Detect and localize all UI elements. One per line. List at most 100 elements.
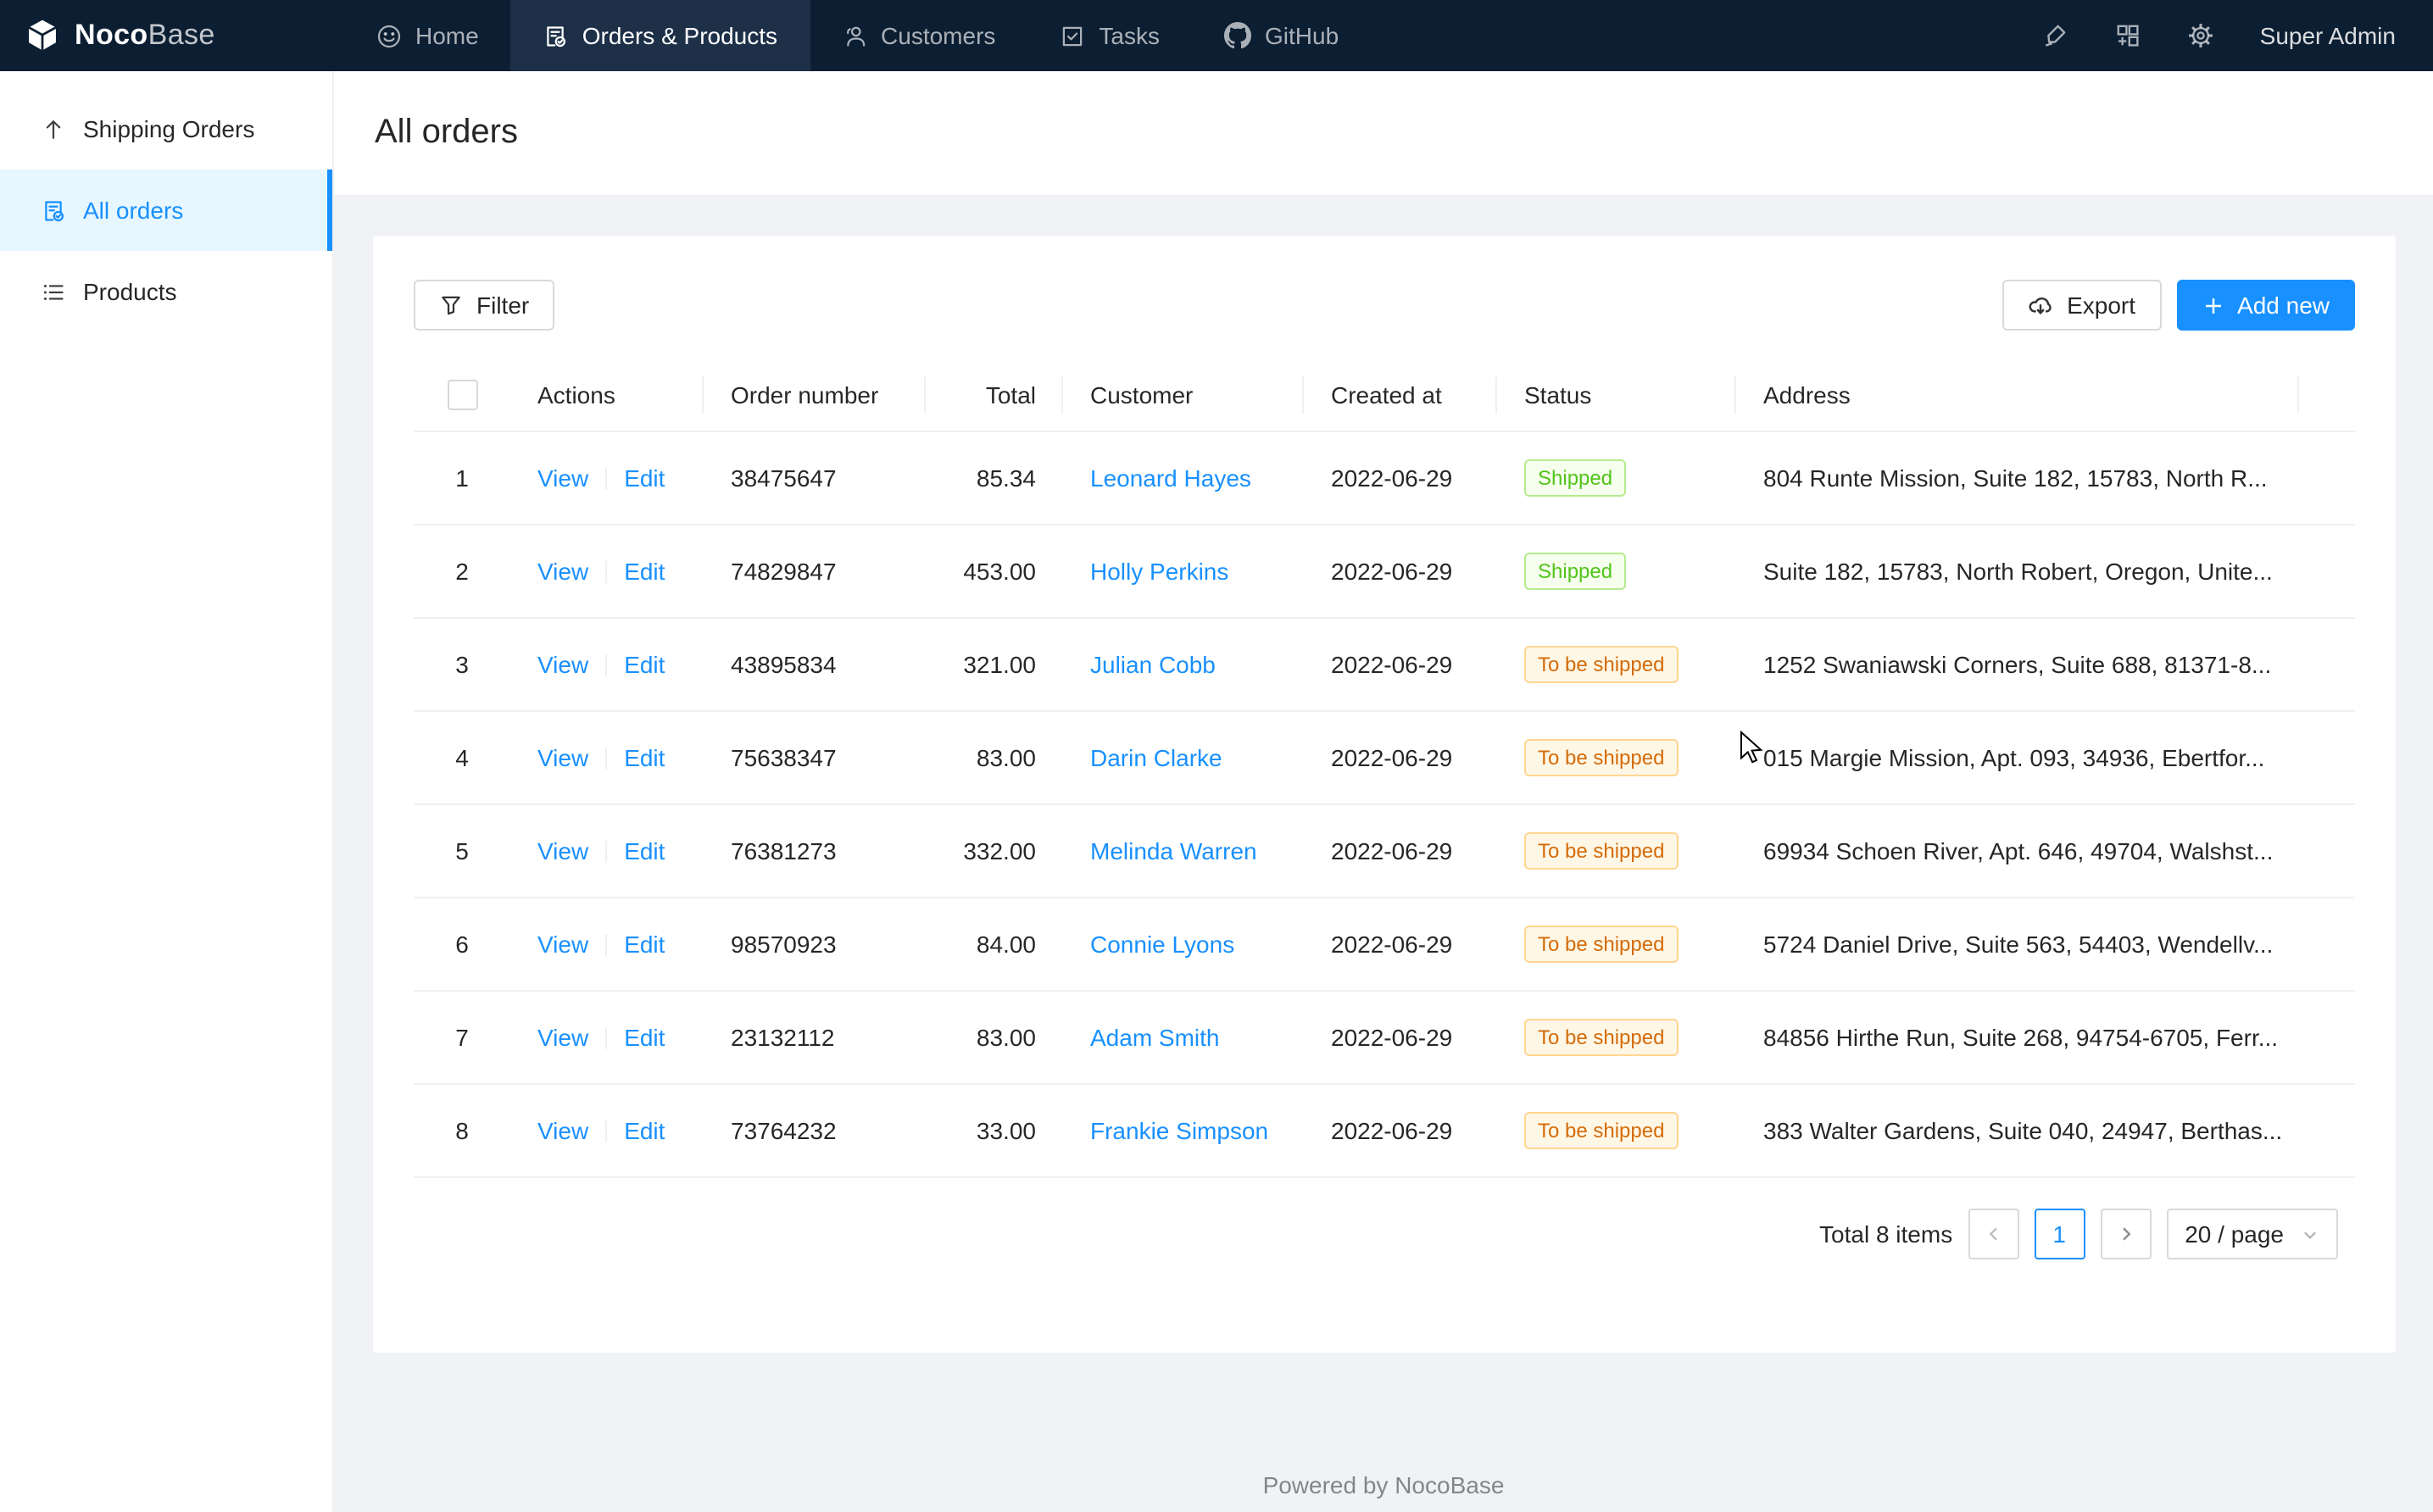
nav-item-customers[interactable]: Customers [810, 0, 1027, 71]
column-header-select [414, 359, 510, 431]
filter-button[interactable]: Filter [414, 280, 554, 331]
created-at-cell: 2022-06-29 [1304, 711, 1497, 804]
address-cell: 84856 Hirthe Run, Suite 268, 94754-6705,… [1736, 991, 2299, 1084]
edit-link[interactable]: Edit [624, 558, 665, 585]
table-toolbar: Filter Export [414, 280, 2355, 331]
nav-item-home[interactable]: Home [344, 0, 511, 71]
customer-link[interactable]: Frankie Simpson [1090, 1117, 1268, 1144]
view-link[interactable]: View [537, 558, 588, 585]
add-new-button[interactable]: Add new [2176, 280, 2355, 331]
action-divider [605, 1120, 607, 1142]
page-size-select[interactable]: 20 / page [2166, 1209, 2338, 1259]
customer-cell: Darin Clarke [1063, 711, 1304, 804]
order-number-cell: 75638347 [704, 711, 926, 804]
total-cell: 332.00 [926, 804, 1063, 898]
pagination-total: Total 8 items [1819, 1220, 1952, 1248]
view-link[interactable]: View [537, 1024, 588, 1051]
customer-link[interactable]: Connie Lyons [1090, 931, 1234, 958]
filler-cell [2299, 431, 2355, 525]
customer-cell: Adam Smith [1063, 991, 1304, 1084]
action-divider [605, 561, 607, 583]
customer-cell: Leonard Hayes [1063, 431, 1304, 525]
total-cell: 85.34 [926, 431, 1063, 525]
customer-link[interactable]: Leonard Hayes [1090, 464, 1251, 492]
customer-link[interactable]: Holly Perkins [1090, 558, 1228, 585]
edit-link[interactable]: Edit [624, 931, 665, 958]
view-link[interactable]: View [537, 744, 588, 771]
edit-link[interactable]: Edit [624, 837, 665, 864]
main-content: Filter Export [334, 195, 2433, 1512]
address-cell: 5724 Daniel Drive, Suite 563, 54403, Wen… [1736, 898, 2299, 991]
total-cell: 83.00 [926, 991, 1063, 1084]
action-divider [605, 748, 607, 770]
created-at-cell: 2022-06-29 [1304, 431, 1497, 525]
prev-page-button[interactable] [1968, 1209, 2018, 1259]
view-link[interactable]: View [537, 1117, 588, 1144]
view-link[interactable]: View [537, 931, 588, 958]
customer-cell: Julian Cobb [1063, 618, 1304, 711]
ui-editor-highlight-button[interactable] [2041, 22, 2068, 49]
sidebar-item-shipping-orders[interactable]: Shipping Orders [0, 88, 332, 170]
orders-table: ActionsOrder numberTotalCustomerCreated … [414, 359, 2355, 1178]
actions-cell: View Edit [510, 618, 704, 711]
filler-cell [2299, 1084, 2355, 1177]
next-page-button[interactable] [2100, 1209, 2151, 1259]
filler-cell [2299, 804, 2355, 898]
sidebar-item-all-orders[interactable]: All orders [0, 170, 332, 251]
select-all-checkbox[interactable] [447, 380, 477, 410]
arrow-up-icon [41, 116, 66, 142]
status-badge: Shipped [1524, 459, 1626, 497]
column-header-address: Address [1736, 359, 2299, 431]
column-header-order-number: Order number [704, 359, 926, 431]
edit-link[interactable]: Edit [624, 744, 665, 771]
edit-link[interactable]: Edit [624, 1024, 665, 1051]
column-header-created-at: Created at [1304, 359, 1497, 431]
status-badge: To be shipped [1524, 739, 1678, 776]
customer-link[interactable]: Melinda Warren [1090, 837, 1257, 864]
page-1-button[interactable]: 1 [2034, 1209, 2085, 1259]
view-link[interactable]: View [537, 464, 588, 492]
edit-link[interactable]: Edit [624, 464, 665, 492]
row-index-cell: 2 [414, 525, 510, 618]
plugin-blocks-button[interactable] [2114, 22, 2141, 49]
sidebar: Shipping OrdersAll ordersProducts [0, 71, 334, 1512]
column-header-actions: Actions [510, 359, 704, 431]
nav-item-label: Customers [881, 22, 995, 49]
table-row: 4ViewEdit7563834783.00Darin Clarke2022-0… [414, 711, 2355, 804]
user-menu[interactable]: Super Admin [2260, 22, 2396, 49]
actions-cell: View Edit [510, 804, 704, 898]
sidebar-item-products[interactable]: Products [0, 251, 332, 332]
export-button[interactable]: Export [2002, 280, 2161, 331]
view-link[interactable]: View [537, 837, 588, 864]
status-badge: To be shipped [1524, 646, 1678, 683]
order-number-cell: 43895834 [704, 618, 926, 711]
action-divider [605, 654, 607, 676]
action-divider [605, 841, 607, 863]
actions-cell: View Edit [510, 711, 704, 804]
customer-cell: Connie Lyons [1063, 898, 1304, 991]
edit-link[interactable]: Edit [624, 1117, 665, 1144]
nav-item-tasks[interactable]: Tasks [1027, 0, 1192, 71]
nav-item-orders-products[interactable]: Orders & Products [511, 0, 810, 71]
table-body: 1ViewEdit3847564785.34Leonard Hayes2022-… [414, 431, 2355, 1177]
column-header-total: Total [926, 359, 1063, 431]
actions-cell: View Edit [510, 898, 704, 991]
customer-link[interactable]: Adam Smith [1090, 1024, 1220, 1051]
pagination: Total 8 items 1 20 / page [414, 1209, 2355, 1259]
edit-link[interactable]: Edit [624, 651, 665, 678]
status-cell: To be shipped [1497, 711, 1736, 804]
customer-link[interactable]: Julian Cobb [1090, 651, 1216, 678]
nocobase-logo[interactable]: NocoBase [0, 0, 344, 71]
nav-item-github[interactable]: GitHub [1192, 0, 1371, 71]
view-link[interactable]: View [537, 651, 588, 678]
address-cell: 1252 Swaniawski Corners, Suite 688, 8137… [1736, 618, 2299, 711]
order-doc-icon [543, 23, 569, 48]
user-icon [842, 23, 867, 48]
customer-link[interactable]: Darin Clarke [1090, 744, 1222, 771]
row-index-cell: 7 [414, 991, 510, 1084]
address-cell: Suite 182, 15783, North Robert, Oregon, … [1736, 525, 2299, 618]
settings-gear-button[interactable] [2187, 22, 2214, 49]
actions-cell: View Edit [510, 431, 704, 525]
table-row: 7ViewEdit2313211283.00Adam Smith2022-06-… [414, 991, 2355, 1084]
table-header-row: ActionsOrder numberTotalCustomerCreated … [414, 359, 2355, 431]
